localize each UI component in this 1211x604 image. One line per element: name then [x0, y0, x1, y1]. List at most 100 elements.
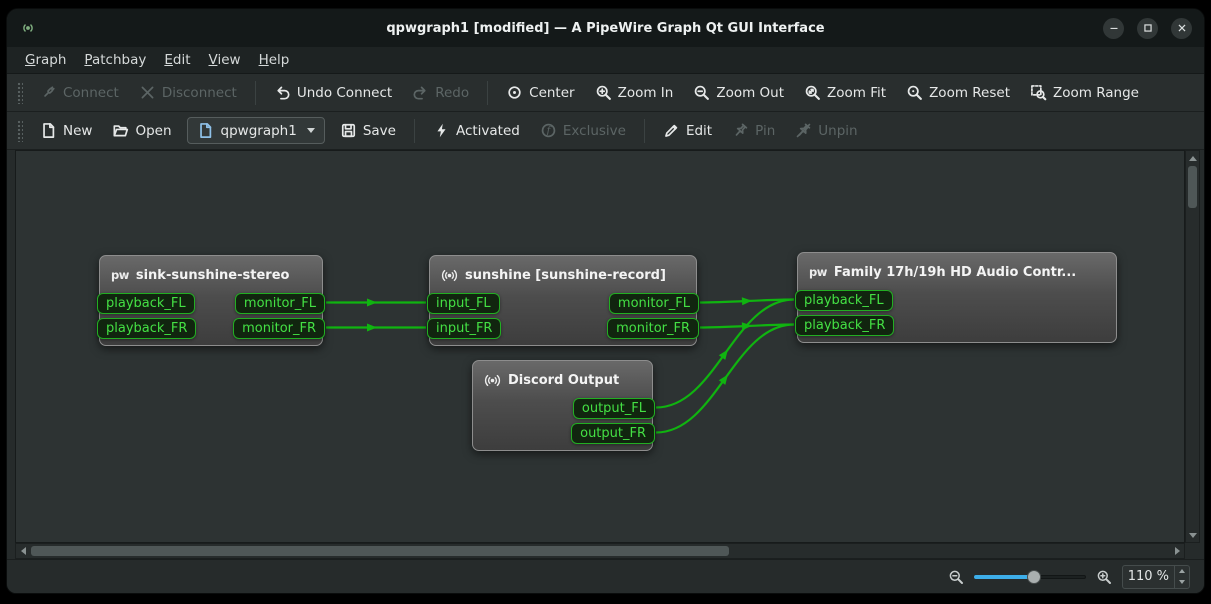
scroll-up-button[interactable]	[1186, 151, 1199, 165]
open-button[interactable]: Open	[103, 117, 180, 144]
port-sink-monitor-fl[interactable]: monitor_FL	[235, 293, 325, 314]
menu-patchbay[interactable]: Patchbay	[76, 49, 154, 71]
disconnect-button[interactable]: Disconnect	[130, 79, 246, 106]
zoom-out-button[interactable]: Zoom Out	[684, 79, 793, 106]
save-button[interactable]: Save	[331, 117, 405, 144]
toolbar-drag-handle[interactable]	[17, 82, 23, 104]
node-sunshine-record[interactable]: sunshine [sunshine-record] input_FL moni…	[429, 255, 697, 346]
toolbar-drag-handle[interactable]	[17, 120, 23, 142]
pin-icon	[732, 122, 749, 139]
port-discord-output-fr[interactable]: output_FR	[571, 423, 655, 444]
node-discord-output[interactable]: Discord Output output_FL output_FR	[472, 360, 653, 451]
zoom-slider-handle[interactable]	[1027, 570, 1041, 584]
close-icon	[1175, 21, 1189, 35]
redo-button[interactable]: Redo	[403, 79, 478, 106]
connect-label: Connect	[63, 85, 119, 101]
pin-label: Pin	[755, 123, 775, 139]
zoom-range-button[interactable]: Zoom Range	[1021, 79, 1148, 106]
center-icon	[506, 84, 523, 101]
zoom-in-label: Zoom In	[618, 85, 674, 101]
scroll-down-button[interactable]	[1186, 528, 1199, 542]
port-discord-output-fl[interactable]: output_FL	[573, 398, 655, 419]
menu-help[interactable]: Help	[251, 49, 298, 71]
port-sunshine-input-fl[interactable]: input_FL	[427, 293, 500, 314]
node-title: sunshine [sunshine-record]	[465, 268, 666, 283]
patchbay-combo[interactable]: qpwgraph1	[187, 117, 325, 144]
zoom-reset-button[interactable]: Zoom Reset	[897, 79, 1019, 106]
node-family-hd-audio[interactable]: pw Family 17h/19h HD Audio Contr... play…	[797, 252, 1117, 343]
zoom-fit-button[interactable]: Zoom Fit	[795, 79, 895, 106]
new-document-icon	[40, 122, 57, 139]
scroll-right-button[interactable]	[1170, 544, 1184, 558]
maximize-button[interactable]	[1137, 18, 1158, 39]
media-icon	[484, 372, 501, 389]
exclusive-button[interactable]: f Exclusive	[531, 117, 635, 144]
open-folder-icon	[112, 122, 129, 139]
zoom-value[interactable]: 110 %	[1123, 566, 1174, 588]
disconnect-label: Disconnect	[162, 85, 237, 101]
zoom-spin-up-button[interactable]	[1175, 566, 1189, 577]
port-sink-playback-fr[interactable]: playback_FR	[97, 318, 196, 339]
toolbar-edit: Connect Disconnect Undo Connect Redo Cen…	[7, 74, 1204, 112]
zoom-spin-down-button[interactable]	[1175, 577, 1189, 588]
node-title: Discord Output	[508, 373, 619, 388]
zoom-out-icon	[693, 84, 710, 101]
zoom-slider[interactable]	[974, 568, 1086, 586]
port-sink-playback-fl[interactable]: playback_FL	[97, 293, 195, 314]
port-sunshine-input-fr[interactable]: input_FR	[427, 318, 501, 339]
unpin-button[interactable]: Unpin	[786, 117, 866, 144]
connect-icon	[40, 84, 57, 101]
zoom-reset-label: Zoom Reset	[929, 85, 1010, 101]
node-header: pw sink-sunshine-stereo	[100, 261, 322, 289]
edit-pencil-icon	[663, 122, 680, 139]
connect-button[interactable]: Connect	[31, 79, 128, 106]
scrollbar-corner	[1185, 543, 1200, 559]
zoom-in-button[interactable]: Zoom In	[586, 79, 683, 106]
undo-icon	[274, 84, 291, 101]
toolbar-separator	[255, 81, 256, 105]
scroll-left-button[interactable]	[16, 544, 30, 558]
port-family-playback-fl[interactable]: playback_FL	[795, 290, 893, 311]
menu-graph[interactable]: Graph	[17, 49, 74, 71]
unpin-label: Unpin	[818, 123, 857, 139]
zoom-slider-fill	[974, 575, 1034, 579]
node-sink-sunshine-stereo[interactable]: pw sink-sunshine-stereo playback_FL moni…	[99, 255, 323, 346]
horizontal-scrollbar[interactable]	[15, 543, 1185, 559]
port-sunshine-monitor-fl[interactable]: monitor_FL	[609, 293, 699, 314]
minimize-button[interactable]	[1103, 18, 1124, 39]
vertical-scrollbar[interactable]	[1185, 150, 1200, 543]
menu-edit[interactable]: Edit	[156, 49, 198, 71]
center-button[interactable]: Center	[497, 79, 583, 106]
activated-button[interactable]: Activated	[424, 117, 529, 144]
zoom-fit-icon	[804, 84, 821, 101]
zoom-range-icon	[1030, 84, 1047, 101]
chevron-down-icon	[307, 128, 315, 133]
patchbay-file-icon	[197, 122, 214, 139]
statusbar: 110 %	[7, 559, 1204, 593]
pipewire-icon: pw	[809, 265, 827, 279]
window-title: qpwgraph1 [modified] — A PipeWire Graph …	[7, 21, 1204, 36]
new-button[interactable]: New	[31, 117, 101, 144]
activated-label: Activated	[456, 123, 520, 139]
edit-button[interactable]: Edit	[654, 117, 721, 144]
graph-canvas[interactable]: pw sink-sunshine-stereo playback_FL moni…	[15, 150, 1185, 543]
port-sink-monitor-fr[interactable]: monitor_FR	[233, 318, 325, 339]
toolbar-separator	[487, 81, 488, 105]
undo-connect-button[interactable]: Undo Connect	[265, 79, 401, 106]
horizontal-scrollbar-thumb[interactable]	[31, 546, 729, 556]
pin-button[interactable]: Pin	[723, 117, 784, 144]
save-icon	[340, 122, 357, 139]
vertical-scrollbar-thumb[interactable]	[1188, 166, 1197, 208]
port-family-playback-fr[interactable]: playback_FR	[795, 315, 894, 336]
toolbar-separator	[414, 119, 415, 143]
close-button[interactable]	[1171, 18, 1192, 39]
zoom-fit-label: Zoom Fit	[827, 85, 886, 101]
zoom-reset-icon	[906, 84, 923, 101]
toolbar-file: New Open qpwgraph1 Save Activated f Excl…	[7, 112, 1204, 150]
zoom-spinbox[interactable]: 110 %	[1122, 565, 1190, 589]
app-window: qpwgraph1 [modified] — A PipeWire Graph …	[6, 8, 1205, 594]
menu-view[interactable]: View	[201, 49, 249, 71]
redo-icon	[412, 84, 429, 101]
port-sunshine-monitor-fr[interactable]: monitor_FR	[607, 318, 699, 339]
titlebar[interactable]: qpwgraph1 [modified] — A PipeWire Graph …	[7, 9, 1204, 47]
